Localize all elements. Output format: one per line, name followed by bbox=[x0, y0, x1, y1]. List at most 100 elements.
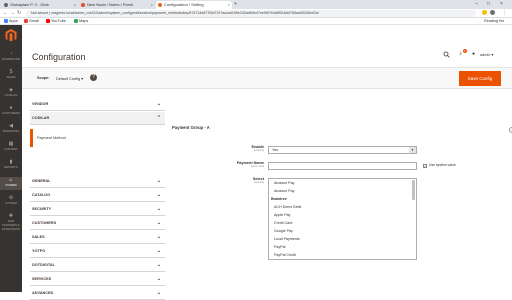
bookmark-apps[interactable]: Apps bbox=[4, 19, 18, 24]
apps-grid-icon bbox=[4, 19, 8, 23]
forward-icon[interactable]: → bbox=[10, 10, 15, 16]
list-item[interactable]: Google Pay bbox=[274, 229, 293, 233]
scope-label: Scope: bbox=[37, 76, 50, 80]
reload-icon[interactable]: ↻ bbox=[17, 10, 21, 16]
list-item[interactable]: ACH Direct Debit bbox=[274, 205, 301, 209]
minimize-icon[interactable]: – bbox=[475, 1, 478, 7]
tab-services[interactable]: SERVICES ⌄ bbox=[30, 273, 165, 286]
sidebar-item-sales[interactable]: $ SALES bbox=[0, 69, 22, 82]
chevron-down-icon: ⌄ bbox=[156, 101, 161, 107]
youtube-icon bbox=[46, 19, 50, 23]
close-icon[interactable]: × bbox=[74, 1, 76, 9]
sidebar-item-stores[interactable]: ⌂ STORES bbox=[0, 177, 22, 190]
user-avatar-icon[interactable]: ● bbox=[472, 51, 475, 57]
chevron-down-icon: ⌄ bbox=[156, 178, 161, 184]
tab-security[interactable]: SECURITY ⌄ bbox=[30, 203, 165, 216]
sidebar-item-dashboard[interactable]: ◔ DASHBOARD bbox=[0, 51, 22, 64]
list-item[interactable]: Credit Card bbox=[274, 221, 292, 225]
tab-payment-method[interactable]: Payment Method bbox=[30, 129, 165, 147]
help-icon[interactable]: ? bbox=[90, 74, 97, 81]
menu-dots-icon[interactable]: ⋮ bbox=[502, 10, 507, 16]
save-config-button[interactable]: Save Config bbox=[459, 71, 501, 86]
sidebar-item-system[interactable]: ⚙ SYSTEM bbox=[0, 195, 22, 208]
tab-codilar[interactable]: CODILAR ⌃ bbox=[30, 112, 165, 125]
bookmark-maps[interactable]: Maps bbox=[74, 19, 88, 24]
list-item[interactable]: Apple Pay bbox=[274, 213, 290, 217]
payment-name-label: Payment Name [store view] bbox=[236, 161, 264, 168]
checkbox-checked-icon: ✓ bbox=[423, 164, 427, 168]
enable-label: Enable [website] bbox=[251, 145, 264, 152]
tab-dotdigital[interactable]: DOTDIGITAL ⌄ bbox=[30, 259, 165, 272]
list-item[interactable]: PayPal bbox=[274, 245, 285, 249]
sidebar-item-catalog[interactable]: ◈ CATALOG bbox=[0, 87, 22, 100]
magento-logo-icon bbox=[5, 29, 17, 41]
payment-methods-multiselect[interactable]: Amazon Pay Amazon Pay Braintree ACH Dire… bbox=[268, 178, 417, 260]
list-item[interactable]: Amazon Pay bbox=[274, 181, 294, 185]
use-system-value-checkbox[interactable]: ✓ Use system value bbox=[423, 163, 456, 168]
tab-vendor[interactable]: VENDOR ⌄ bbox=[30, 98, 165, 111]
close-icon[interactable]: × bbox=[151, 1, 153, 9]
browser-tab-3[interactable]: Configuration / Setting × bbox=[156, 1, 232, 9]
main-content: Configuration ♪ 1 ● admin ▾ Scope: Defau… bbox=[22, 25, 512, 300]
bookmark-gmail[interactable]: Gmail bbox=[24, 19, 39, 24]
chevron-down-icon: ⌄ bbox=[156, 206, 161, 212]
scope-switcher[interactable]: Default Config ▾ bbox=[56, 76, 83, 81]
enable-select[interactable]: Yes ▾ bbox=[268, 146, 417, 154]
close-icon[interactable]: × bbox=[228, 1, 230, 9]
payment-name-input[interactable] bbox=[268, 162, 417, 170]
notification-count-badge: 1 bbox=[463, 49, 467, 53]
list-item[interactable]: Local Payments bbox=[274, 237, 300, 241]
tab-sales[interactable]: SALES ⌄ bbox=[30, 231, 165, 244]
browser-tab-title: Configuration / Setting bbox=[164, 2, 204, 7]
tab-catalog[interactable]: CATALOG ⌄ bbox=[30, 189, 165, 202]
tab-favicon-icon bbox=[81, 3, 85, 7]
tab-customers[interactable]: CUSTOMERS ⌄ bbox=[30, 217, 165, 230]
tab-favicon-icon bbox=[158, 3, 162, 7]
tab-yotpo[interactable]: YOTPO ⌄ bbox=[30, 245, 165, 258]
tab-general[interactable]: GENERAL ⌄ bbox=[30, 175, 165, 188]
browser-tab-2[interactable]: New Node / Notes / Permi × bbox=[79, 1, 155, 9]
sidebar-item-partners[interactable]: ✚ FIND PARTNERS & EXTENSIONS bbox=[0, 213, 22, 232]
browser-tab-title: Globaplain P. 3 - Glob bbox=[10, 2, 49, 7]
browser-tab-title: New Node / Notes / Permi bbox=[87, 2, 134, 7]
search-icon[interactable] bbox=[443, 51, 450, 58]
maximize-icon[interactable]: □ bbox=[487, 1, 490, 7]
optgroup-label: Braintree bbox=[271, 197, 287, 201]
sidebar-item-content[interactable]: ▦ CONTENT bbox=[0, 141, 22, 154]
extension-icon[interactable] bbox=[482, 10, 487, 15]
sidebar-item-reports[interactable]: ▮ REPORTS bbox=[0, 159, 22, 172]
select-label: Select [website] bbox=[252, 177, 264, 184]
chevron-up-icon: ⌃ bbox=[156, 115, 161, 121]
maps-icon bbox=[74, 19, 78, 23]
chevron-down-icon: ⌄ bbox=[156, 192, 161, 198]
reading-list-link[interactable]: Reading list bbox=[484, 19, 504, 24]
back-icon[interactable]: ← bbox=[3, 10, 8, 16]
tab-favicon-icon bbox=[4, 3, 8, 7]
list-item[interactable]: PayPal Credit bbox=[274, 253, 296, 257]
gmail-icon bbox=[24, 19, 28, 23]
chevron-down-icon: ⌄ bbox=[156, 220, 161, 226]
chevron-down-icon: ⌄ bbox=[156, 262, 161, 268]
bookmark-youtube[interactable]: YouTube bbox=[46, 19, 66, 24]
sidebar-item-marketing[interactable]: ◀ MARKETING bbox=[0, 123, 22, 136]
sidebar-item-customers[interactable]: ● CUSTOMERS bbox=[0, 105, 22, 118]
browser-tab-1[interactable]: Globaplain P. 3 - Glob × bbox=[2, 1, 78, 9]
url-input[interactable]: Not secure | magento.local/admin_mz202/a… bbox=[26, 10, 476, 17]
chevron-down-icon: ⌄ bbox=[156, 248, 161, 254]
chevron-down-icon: ⌄ bbox=[156, 290, 161, 296]
address-bar-row: ← → ↻ Not secure | magento.local/admin_m… bbox=[0, 9, 512, 18]
bell-icon[interactable]: ♪ bbox=[459, 51, 462, 57]
browser-tab-strip: Globaplain P. 3 - Glob × New Node / Note… bbox=[0, 0, 512, 9]
profile-icon[interactable] bbox=[490, 10, 495, 15]
user-menu[interactable]: admin ▾ bbox=[480, 52, 493, 57]
window-close-icon[interactable]: × bbox=[500, 1, 503, 7]
admin-sidebar: ◔ DASHBOARD $ SALES ◈ CATALOG ● CUSTOMERS ◀ M… bbox=[0, 25, 22, 292]
tab-advanced[interactable]: ADVANCED ⌄ bbox=[30, 287, 165, 300]
new-tab-button[interactable]: + bbox=[234, 1, 237, 7]
page-title: Configuration bbox=[32, 52, 86, 62]
scope-toolbar: Scope: Default Config ▾ ? Save Config bbox=[22, 67, 512, 89]
group-title[interactable]: Payment Group - A bbox=[172, 125, 210, 130]
list-item[interactable]: Amazon Pay bbox=[274, 189, 294, 193]
chevron-down-icon: ▾ bbox=[409, 147, 416, 153]
scrollbar-thumb[interactable] bbox=[412, 180, 415, 200]
